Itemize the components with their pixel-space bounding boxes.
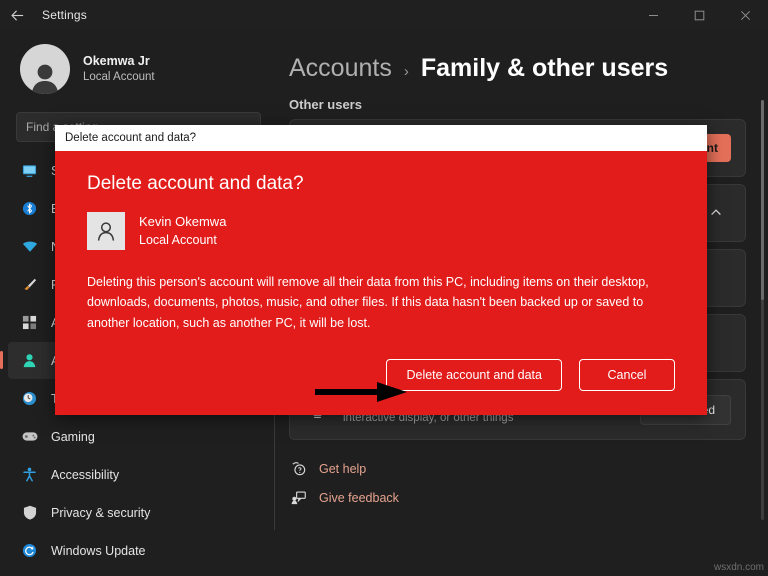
delete-account-dialog: Delete account and data? Delete account …	[55, 125, 707, 415]
accessibility-icon	[21, 467, 38, 482]
link-label: Get help	[319, 462, 366, 476]
chevron-right-icon: ›	[404, 63, 409, 80]
close-button[interactable]	[722, 0, 768, 30]
back-button[interactable]	[0, 0, 34, 30]
window-titlebar: Settings	[0, 0, 768, 30]
gamepad-icon	[21, 430, 38, 443]
profile-name: Okemwa Jr	[83, 53, 155, 70]
sidebar-item-gaming[interactable]: Gaming	[8, 418, 267, 455]
wifi-icon	[21, 239, 38, 254]
give-feedback-link[interactable]: Give feedback	[289, 483, 746, 512]
close-icon	[740, 10, 751, 21]
accounts-icon	[21, 353, 38, 368]
person-icon	[28, 59, 62, 94]
help-icon	[289, 461, 307, 476]
sidebar-label: Accessibility	[51, 468, 119, 482]
sidebar-item-accessibility[interactable]: Accessibility	[8, 456, 267, 493]
profile-account-type: Local Account	[83, 70, 155, 86]
get-help-link[interactable]: Get help	[289, 454, 746, 483]
page-title: Family & other users	[421, 54, 668, 83]
feedback-icon	[289, 490, 307, 505]
minimize-button[interactable]	[630, 0, 676, 30]
dialog-heading: Delete account and data?	[87, 173, 675, 195]
person-icon	[95, 219, 117, 243]
section-heading: Other users	[289, 97, 746, 112]
breadcrumb-parent[interactable]: Accounts	[289, 54, 392, 83]
cancel-button[interactable]: Cancel	[579, 359, 675, 391]
clock-icon	[21, 391, 38, 406]
maximize-icon	[694, 10, 705, 21]
footer-links: Get help Give feedback	[289, 454, 746, 512]
sidebar-item-privacy-security[interactable]: Privacy & security	[8, 494, 267, 531]
sidebar-label: Gaming	[51, 430, 95, 444]
annotation-arrow-icon	[315, 380, 415, 404]
window-controls	[630, 0, 768, 30]
watermark: wsxdn.com	[714, 562, 764, 573]
brush-icon	[21, 277, 38, 292]
maximize-button[interactable]	[676, 0, 722, 30]
sidebar-label: Windows Update	[51, 544, 146, 558]
app-title: Settings	[42, 8, 87, 22]
main-scrollbar[interactable]	[761, 100, 764, 520]
breadcrumb: Accounts › Family & other users	[289, 30, 746, 89]
dialog-user-account-type: Local Account	[139, 231, 226, 249]
dialog-avatar	[87, 212, 125, 250]
sidebar-label: Privacy & security	[51, 506, 150, 520]
back-arrow-icon	[10, 8, 25, 23]
minimize-icon	[648, 10, 659, 21]
dialog-titlebar: Delete account and data?	[55, 125, 707, 151]
update-icon	[21, 543, 38, 558]
display-icon	[21, 163, 38, 178]
shield-icon	[21, 505, 38, 520]
avatar	[20, 44, 70, 94]
apps-icon	[21, 315, 38, 330]
dialog-body: Delete account and data? Kevin Okemwa Lo…	[55, 151, 707, 415]
sidebar-item-windows-update[interactable]: Windows Update	[8, 532, 267, 569]
user-profile[interactable]: Okemwa Jr Local Account	[6, 30, 269, 110]
bluetooth-icon	[21, 201, 38, 216]
dialog-target-user: Kevin Okemwa Local Account	[87, 212, 675, 250]
dialog-message: Deleting this person's account will remo…	[87, 272, 675, 333]
dialog-user-name: Kevin Okemwa	[139, 213, 226, 232]
link-label: Give feedback	[319, 491, 399, 505]
dialog-window-title: Delete account and data?	[65, 132, 196, 144]
